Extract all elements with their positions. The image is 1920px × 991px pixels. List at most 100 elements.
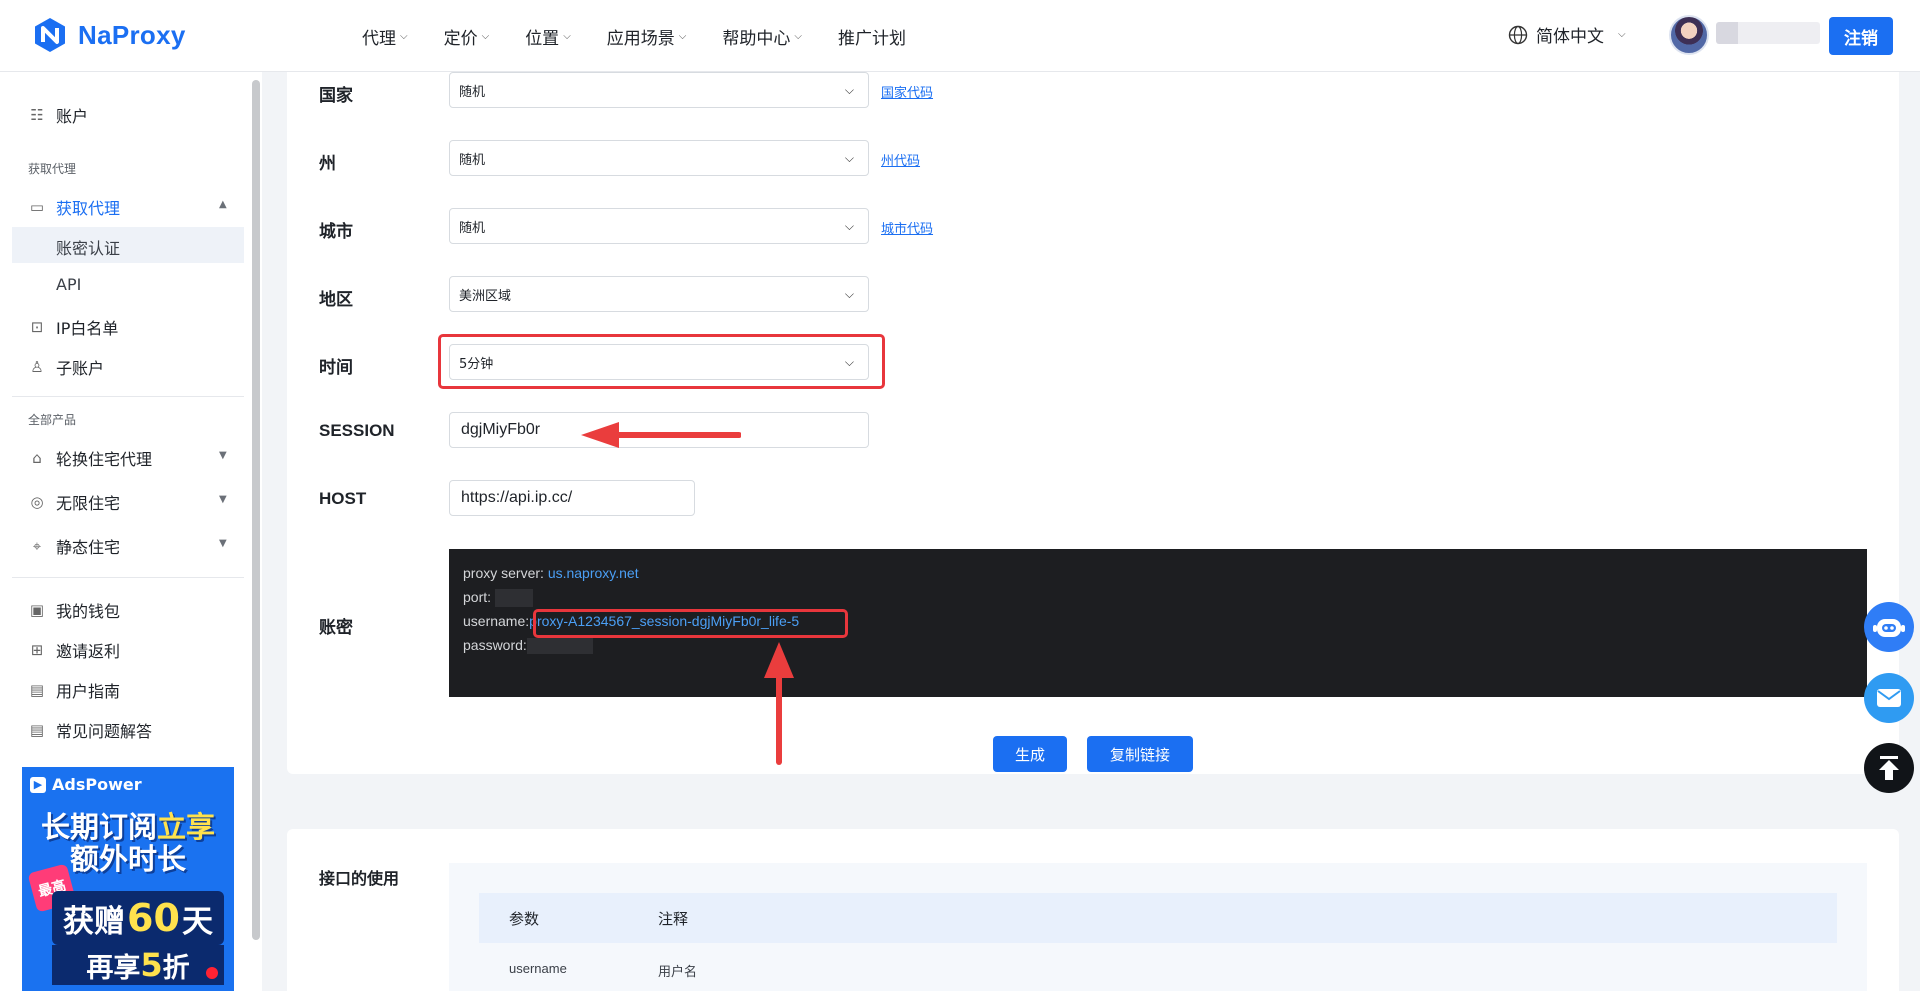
sidebar-item-label: 子账户: [56, 359, 105, 378]
globe-icon: [1508, 25, 1528, 44]
region-select-value: 美洲区域: [459, 288, 512, 304]
sidebar-item-sub-accounts[interactable]: ♙ 子账户: [28, 355, 104, 379]
account-icon: ☷: [30, 106, 44, 124]
nav-use-cases-label: 应用场景: [606, 28, 675, 49]
email-contact-button[interactable]: [1864, 673, 1914, 723]
mail-icon: [1877, 689, 1901, 707]
chevron-down-icon: ⌵: [794, 30, 802, 42]
nav-use-cases[interactable]: 应用场景 ⌵: [607, 24, 687, 49]
adspower-brand-name: AdsPower: [52, 775, 142, 794]
table-cell-param: username: [509, 961, 567, 976]
ad-headline-1: 长期订阅立享: [22, 811, 234, 843]
city-code-link[interactable]: 城市代码: [881, 218, 933, 237]
sidebar-item-label: 常见问题解答: [56, 722, 153, 741]
copy-link-button[interactable]: 复制链接: [1087, 736, 1193, 772]
nav-help-center[interactable]: 帮助中心 ⌵: [722, 24, 802, 49]
wallet-icon: ▣: [29, 601, 45, 619]
sidebar-item-unlimited-residential[interactable]: ◎ 无限住宅: [28, 490, 120, 514]
user-avatar[interactable]: [1669, 15, 1709, 55]
host-input[interactable]: https://api.ip.cc/: [449, 480, 695, 516]
sidebar-scrollbar[interactable]: [252, 80, 260, 940]
console-key: port:: [463, 589, 492, 605]
top-header: NaProxy 代理 ⌵ 定价 ⌵ 位置 ⌵ 应用场景 ⌵ 帮助中心 ⌵ 推广计划 简体中…: [0, 0, 1920, 72]
chevron-down-icon: ⌵: [844, 219, 854, 233]
nav-affiliate-label: 推广计划: [837, 28, 906, 49]
sidebar-item-password-auth[interactable]: 账密认证: [56, 235, 120, 259]
robot-icon: [1873, 619, 1905, 637]
sidebar-divider: [12, 577, 244, 578]
sidebar-item-label: 获取代理: [56, 199, 121, 218]
adspower-logo-icon: ▶: [30, 776, 46, 793]
state-code-link[interactable]: 州代码: [881, 150, 920, 169]
ad-discount-a: 再享: [86, 952, 141, 984]
back-to-top-button[interactable]: [1864, 743, 1914, 793]
sidebar-item-get-proxy[interactable]: ▭ 获取代理: [28, 195, 120, 219]
sidebar-item-api[interactable]: API: [56, 275, 81, 294]
chat-bot-button[interactable]: [1864, 602, 1914, 652]
region-select[interactable]: 美洲区域 ⌵: [449, 276, 869, 312]
annotation-arrow-left: [581, 422, 741, 448]
ad-headline-1b: 立享: [157, 810, 216, 844]
nav-proxy[interactable]: 代理 ⌵: [362, 24, 408, 49]
country-select[interactable]: 随机 ⌵: [449, 72, 869, 108]
nav-affiliate[interactable]: 推广计划: [838, 24, 906, 49]
adspower-promo-banner[interactable]: ▶ AdsPower 长期订阅立享 额外时长 最高 获赠 60 天 再享 5 折: [22, 767, 234, 991]
country-code-link[interactable]: 国家代码: [881, 82, 933, 101]
console-key: password:: [463, 637, 527, 653]
naproxy-logo-icon: [35, 18, 65, 52]
nav-proxy-label: 代理: [362, 28, 396, 49]
sidebar-item-label: 邀请返利: [56, 642, 121, 661]
chevron-down-icon[interactable]: ▼: [219, 494, 227, 505]
chevron-up-icon[interactable]: ▲: [219, 199, 227, 210]
state-label: 州: [319, 154, 336, 174]
nav-pricing-label: 定价: [443, 28, 478, 49]
ad-gift-b: 天: [181, 903, 213, 940]
console-key: proxy server:: [463, 565, 544, 581]
annotation-arrow-up: [764, 642, 794, 765]
session-label: SESSION: [319, 421, 395, 440]
adspower-brand: ▶ AdsPower: [30, 775, 142, 794]
sidebar-item-static-residential[interactable]: ⌖ 静态住宅: [28, 534, 120, 558]
chevron-down-icon[interactable]: ▼: [219, 538, 227, 549]
sidebar-item-ip-whitelist[interactable]: ⊡ IP白名单: [28, 315, 119, 339]
nav-pricing[interactable]: 定价 ⌵: [444, 24, 490, 49]
brand-logo[interactable]: NaProxy: [32, 14, 186, 56]
chevron-down-icon: ⌵: [844, 287, 854, 301]
sidebar-item-label: 账户: [56, 107, 89, 126]
username-annotation-box: [533, 609, 848, 638]
sidebar-item-referral[interactable]: ⊞ 邀请返利: [28, 638, 120, 662]
console-key: username:: [463, 613, 530, 629]
state-select[interactable]: 随机 ⌵: [449, 140, 869, 176]
city-select[interactable]: 随机 ⌵: [449, 208, 869, 244]
console-server-value[interactable]: us.naproxy.net: [548, 565, 639, 581]
table-header-note: 注释: [658, 910, 689, 928]
brand-name: NaProxy: [78, 19, 186, 50]
sidebar-item-label: 轮换住宅代理: [56, 450, 153, 469]
port-redacted: [494, 589, 533, 608]
console-proxy-server: proxy server: us.naproxy.net: [463, 565, 639, 581]
time-select-value: 5分钟: [459, 356, 494, 372]
sidebar-item-user-guide[interactable]: ▤ 用户指南: [28, 678, 120, 702]
country-select-value: 随机: [459, 84, 486, 100]
ad-decoration-dot: [206, 967, 218, 979]
sidebar-item-account[interactable]: ☷ 账户: [28, 103, 88, 127]
table-header-param: 参数: [509, 910, 540, 928]
time-select[interactable]: 5分钟 ⌵: [449, 344, 869, 380]
sidebar-item-faq[interactable]: ▤ 常见问题解答: [28, 718, 152, 742]
chevron-down-icon: ⌵: [1618, 29, 1626, 40]
sidebar-item-rotating-residential[interactable]: ⌂ 轮换住宅代理: [28, 446, 152, 470]
nav-locations[interactable]: 位置 ⌵: [525, 24, 571, 49]
generate-button[interactable]: 生成: [993, 736, 1067, 772]
logout-button[interactable]: 注销: [1829, 17, 1893, 55]
nav-help-center-label: 帮助中心: [722, 28, 791, 49]
console-port: port:: [463, 589, 533, 608]
chevron-down-icon[interactable]: ▼: [219, 450, 227, 461]
sidebar-item-wallet[interactable]: ▣ 我的钱包: [28, 598, 120, 622]
country-label: 国家: [319, 86, 353, 106]
chevron-down-icon: ⌵: [563, 30, 571, 42]
user-icon: ♙: [30, 358, 44, 376]
language-selector[interactable]: 简体中文 ⌵: [1508, 22, 1626, 47]
monitor-icon: ▭: [29, 198, 45, 216]
main-nav: 代理 ⌵ 定价 ⌵ 位置 ⌵ 应用场景 ⌵ 帮助中心 ⌵ 推广计划: [362, 0, 942, 72]
home-icon: ⌂: [32, 449, 42, 467]
